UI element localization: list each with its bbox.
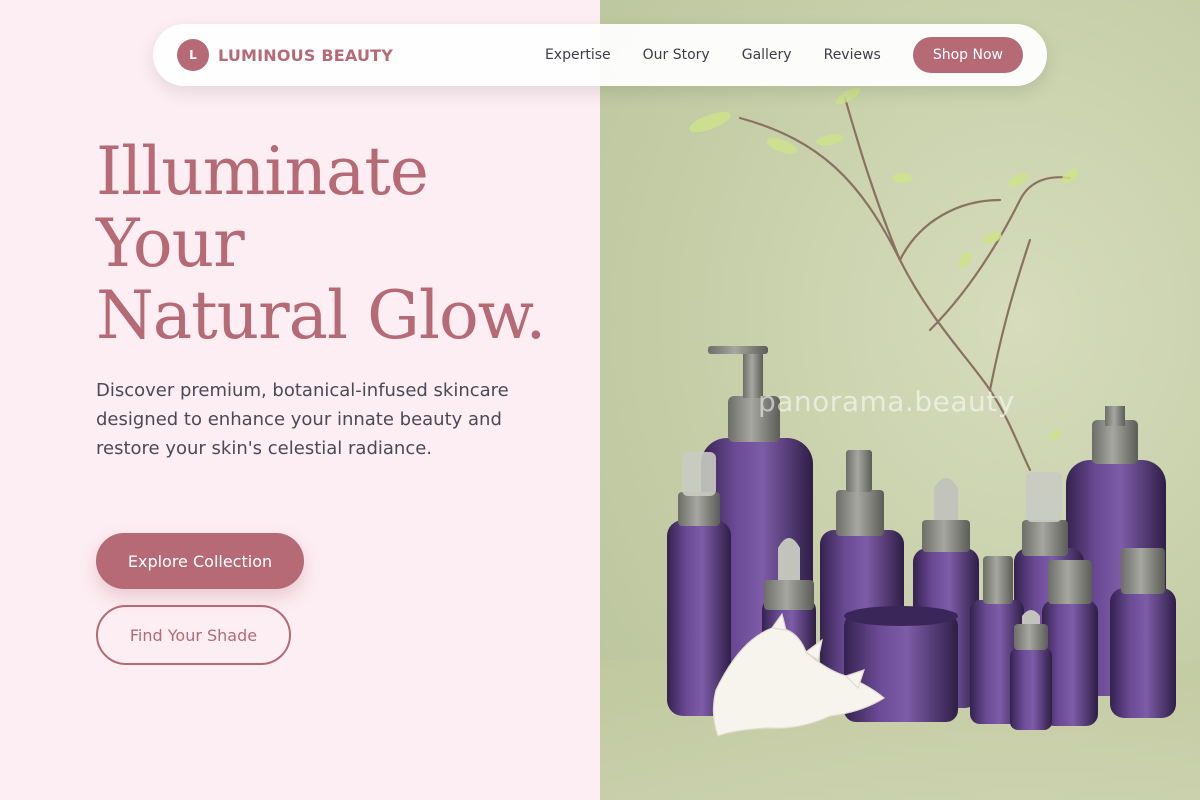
hero-product-image: panorama.beauty <box>600 0 1200 800</box>
headline-line-1: Illuminate <box>96 133 429 210</box>
hero-description: Discover premium, botanical-infused skin… <box>96 380 509 459</box>
nav-link-expertise[interactable]: Expertise <box>545 47 611 63</box>
find-your-shade-button[interactable]: Find Your Shade <box>96 605 291 665</box>
navbar: L LUMINOUS BEAUTY Expertise Our Story Ga… <box>153 24 1047 86</box>
nav-link-reviews[interactable]: Reviews <box>824 47 881 63</box>
nav-links: Expertise Our Story Gallery Reviews Shop… <box>545 37 1023 73</box>
nav-link-gallery[interactable]: Gallery <box>742 47 792 63</box>
headline-line-2: Your <box>96 205 245 282</box>
shop-now-button[interactable]: Shop Now <box>912 37 1023 73</box>
hero-headline: Illuminate Your Natural Glow. <box>96 133 546 354</box>
brand-logo[interactable]: L LUMINOUS BEAUTY <box>177 39 393 71</box>
nav-link-our-story[interactable]: Our Story <box>643 47 710 63</box>
brand-mark-icon: L <box>177 39 209 71</box>
brand-name: LUMINOUS BEAUTY <box>218 45 394 65</box>
image-watermark: panorama.beauty <box>758 385 1015 418</box>
headline-line-3: Natural Glow. <box>96 277 546 354</box>
explore-collection-button[interactable]: Explore Collection <box>96 533 304 589</box>
